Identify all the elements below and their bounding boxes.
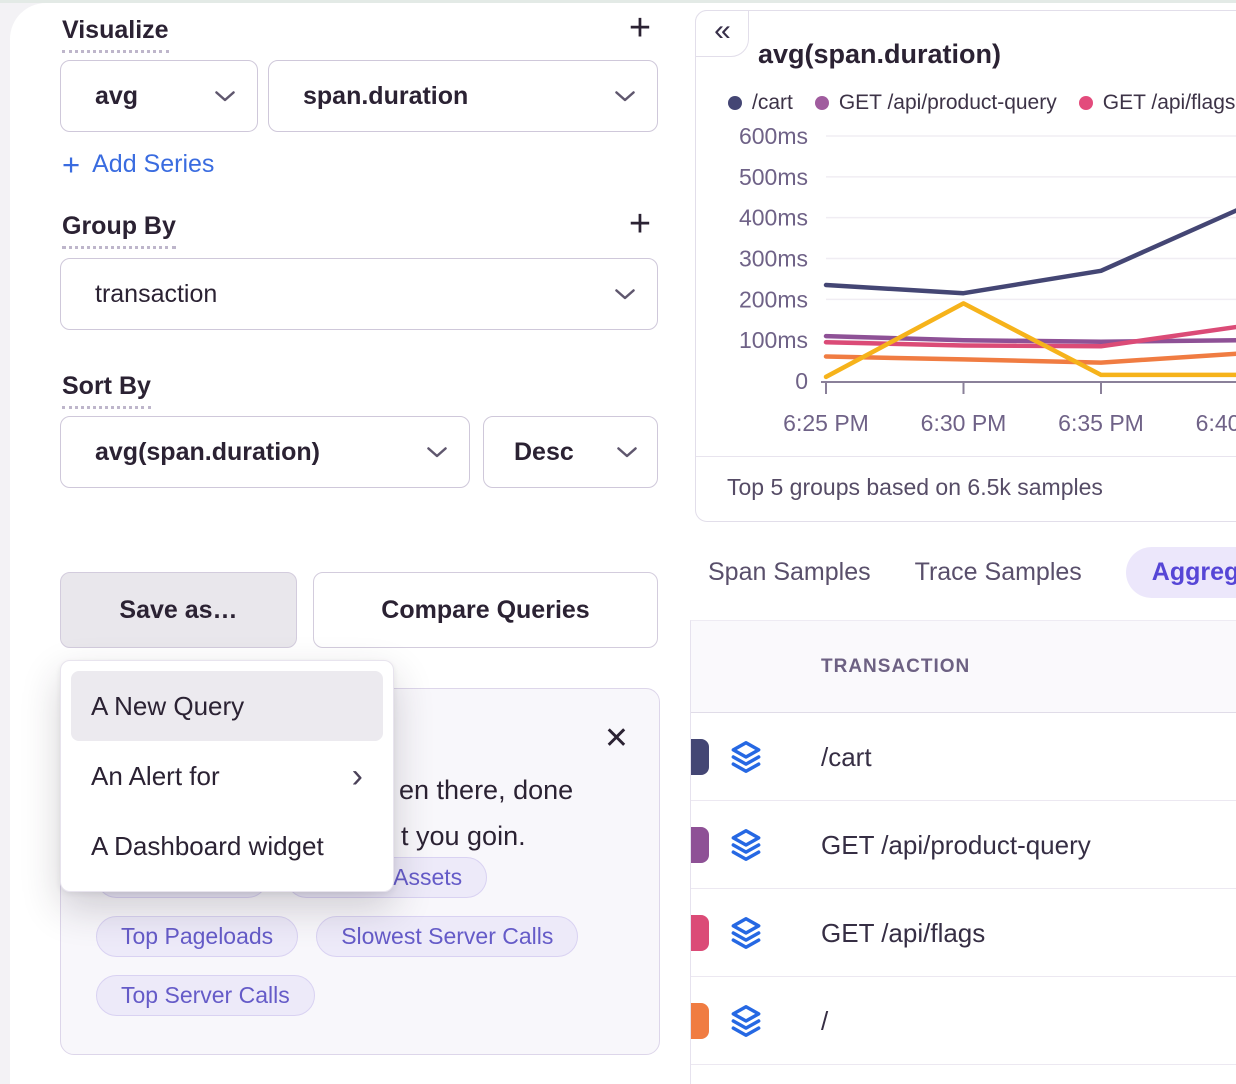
save-as-menu: A New Query An Alert for › A Dashboard widg… [60,660,394,892]
transaction-name: GET /api/flags [821,889,985,977]
chart-footer-text: Top 5 groups based on 6.5k samples [727,474,1103,501]
legend-dot-icon [1079,96,1093,110]
x-axis-tick-label: 6:35 PM [1058,410,1144,436]
y-axis-tick-label: 300ms [739,246,808,272]
save-as-button[interactable]: Save as… [60,572,297,648]
table-row[interactable]: GET /api/product-query [691,801,1236,889]
y-axis-tick-label: 100ms [739,327,808,353]
legend-dot-icon [815,96,829,110]
group-by-select-value: transaction [95,280,217,309]
sort-direction-value: Desc [514,438,574,467]
series-color-swatch [691,827,709,863]
samples-tab-bar: Span Samples Trace Samples Aggregates [708,547,1236,598]
pill-row: Top Server Calls [96,975,641,1016]
legend-item[interactable]: GET /api/flags [1079,91,1236,115]
series-color-swatch [691,915,709,951]
legend-dot-icon [728,96,742,110]
field-select[interactable]: span.duration [268,60,658,132]
series-line-3 [826,353,1236,363]
chevron-down-icon [427,447,447,458]
x-axis-tick-label: 6:40 PM [1196,410,1236,436]
save-menu-item[interactable]: A Dashboard widget [71,811,383,881]
legend-label: GET /api/product-query [839,91,1057,115]
menu-item-label: A New Query [91,691,244,722]
aggregate-select[interactable]: avg [60,60,258,132]
add-group-by-button[interactable]: + [622,208,658,244]
aggregate-select-value: avg [95,82,138,111]
chevron-down-icon [617,447,637,458]
layers-icon [727,914,765,957]
x-axis-tick-label: 6:25 PM [783,410,869,436]
transaction-name: /cart [821,713,872,801]
legend-label: GET /api/flags [1103,91,1236,115]
y-axis-tick-label: 500ms [739,164,808,190]
chevron-down-icon [215,91,235,102]
layers-icon [727,738,765,781]
y-axis-tick-label: 0 [795,368,808,394]
suggested-query-pill[interactable]: Top Server Calls [96,975,315,1016]
legend-item[interactable]: GET /api/product-query [815,91,1057,115]
double-chevron-left-icon: « [714,14,729,48]
transaction-name: GET /api/product-query [821,801,1091,889]
table-row[interactable]: / [691,977,1236,1065]
info-text-line2: t you goin. [401,821,526,852]
chevron-down-icon [615,91,635,102]
transaction-name: / [821,977,828,1065]
chart-footer-divider [696,456,1236,457]
chart-legend: /cart GET /api/product-query GET /api/flag… [728,91,1235,115]
layers-icon [727,1002,765,1045]
y-axis-tick-label: 200ms [739,286,808,312]
tab-span-samples[interactable]: Span Samples [708,558,871,587]
add-visualize-button[interactable]: + [622,12,658,48]
chart-title: avg(span.duration) [758,39,1001,70]
chevron-down-icon [615,289,635,300]
legend-label: /cart [752,91,793,115]
pill-row: Top Pageloads Slowest Server Calls [96,916,641,957]
tab-trace-samples[interactable]: Trace Samples [915,558,1082,587]
layers-icon [727,826,765,869]
line-chart-plot[interactable]: 600ms 500ms 400ms 300ms 200ms 100ms 0 6:25 PM 6:… [696,119,1236,454]
results-table: TRANSACTION /cartGET /api/product-queryG… [690,620,1236,1084]
page-top-border [0,0,1236,3]
group-by-section-title: Group By [62,212,176,249]
collapse-panel-button[interactable]: « [695,10,749,57]
column-header-transaction[interactable]: TRANSACTION [821,621,970,713]
table-row[interactable]: GET /api/flags [691,889,1236,977]
sort-by-section-title: Sort By [62,372,151,409]
series-color-swatch [691,1003,709,1039]
menu-item-label: A Dashboard widget [91,831,324,862]
table-body: /cartGET /api/product-queryGET /api/flag… [691,713,1236,1065]
save-menu-item[interactable]: A New Query [71,671,383,741]
legend-item[interactable]: /cart [728,91,793,115]
visualize-section-title: Visualize [62,16,169,53]
compare-queries-button[interactable]: Compare Queries [313,572,658,648]
series-color-swatch [691,739,709,775]
suggested-query-pill[interactable]: Slowest Server Calls [316,916,578,957]
y-axis-tick-label: 400ms [739,205,808,231]
group-by-select[interactable]: transaction [60,258,658,330]
close-icon[interactable]: ✕ [604,721,629,756]
tab-aggregates[interactable]: Aggregates [1126,547,1236,598]
add-series-label: Add Series [92,150,214,179]
x-axis-tick-label: 6:30 PM [921,410,1007,436]
suggested-query-pill[interactable]: Top Pageloads [96,916,298,957]
menu-item-label: An Alert for [91,761,220,792]
plus-icon: + [62,152,80,178]
sort-direction-select[interactable]: Desc [483,416,658,488]
field-select-value: span.duration [303,82,468,111]
sort-field-select[interactable]: avg(span.duration) [60,416,470,488]
table-row[interactable]: /cart [691,713,1236,801]
table-header-row: TRANSACTION [691,621,1236,713]
save-menu-item[interactable]: An Alert for › [71,741,383,811]
add-series-button[interactable]: + Add Series [62,150,214,179]
y-axis-tick-label: 600ms [739,123,808,149]
series-line-0 [826,202,1236,294]
info-text-line1: en there, done [399,775,573,806]
submenu-chevron-right-icon: › [352,761,363,791]
sort-field-select-value: avg(span.duration) [95,438,320,467]
chart-card: « avg(span.duration) /cart GET /api/produ… [695,10,1236,522]
